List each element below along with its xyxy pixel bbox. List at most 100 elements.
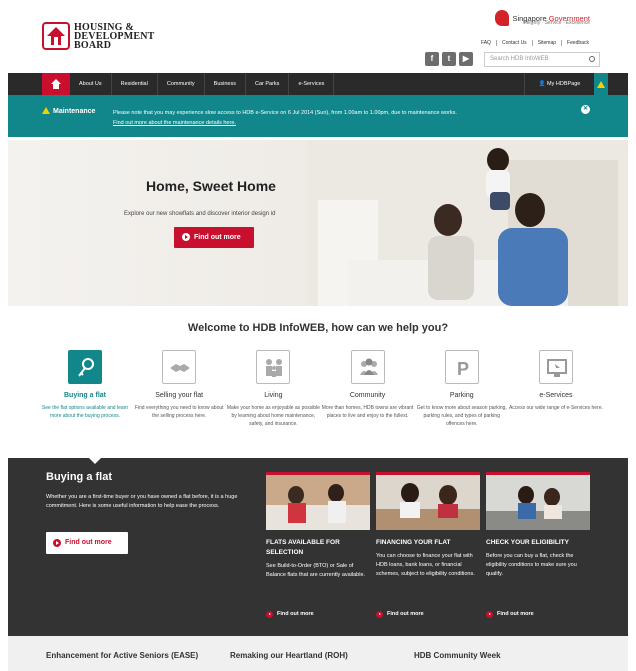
feedback-link[interactable]: Feedback [561,40,594,46]
contact-us-link[interactable]: Contact Us [495,40,532,46]
card-financing[interactable]: FINANCING YOUR FLAT You can choose to fi… [376,472,480,579]
nav-residential[interactable]: Residential [112,73,158,95]
social-links: f t ▶ [425,52,473,66]
service-desc: Find everything you need to know about t… [134,405,224,419]
service-parking[interactable]: P Parking Get to know more about season … [415,350,509,428]
service-title: e-Services [539,392,573,399]
service-categories: Buying a flat See the flat options avail… [38,350,603,428]
main-nav: About Us Residential Community Business … [8,73,628,95]
card-desc: You can choose to finance your flat with… [376,553,475,577]
maintenance-message: Please note that you may experience slow… [113,108,553,128]
feature-roh[interactable]: Remaking our Heartland (ROH) [230,651,348,660]
service-community[interactable]: Community More than homes, HDB towns are… [321,350,415,428]
card-link-label: Find out more [497,611,534,617]
section-button-label: Find out more [65,539,112,546]
card-link-flats-available[interactable]: Find out more [266,611,314,618]
card-title: CHECK YOUR ELIGIBILITY [486,539,569,546]
search-input[interactable]: Search HDB InfoWEB [484,52,600,67]
my-hdbpage-button[interactable]: 👤 My HDBPage [524,73,594,95]
service-title: Buying a flat [63,392,106,399]
search-icon[interactable] [589,56,595,62]
service-living[interactable]: Living Make your home as enjoyable as po… [226,350,320,428]
home-icon [51,79,61,89]
hero-banner: Home, Sweet Home Explore our new showfla… [8,140,628,306]
nav-e-services[interactable]: e-Services [289,73,335,95]
card-desc: Before you can buy a flat, check the eli… [486,553,577,577]
nav-car-parks[interactable]: Car Parks [246,73,290,95]
service-desc: Access our wide range of e-Services here… [508,405,603,411]
hdb-logo[interactable]: HOUSING & DEVELOPMENT BOARD [42,22,155,50]
card-flats-available[interactable]: FLATS AVAILABLE FOR SELECTION See Build-… [266,472,370,580]
sitemap-link[interactable]: Sitemap [531,40,561,46]
bottom-features: Enhancement for Active Seniors (EASE) Re… [8,636,628,671]
service-title: Parking [449,392,474,399]
service-e-services[interactable]: e-Services Access our wide range of e-Se… [509,350,603,428]
logo-line: BOARD [74,39,112,51]
twitter-icon[interactable]: t [442,52,456,66]
service-selling-flat[interactable]: Selling your flat Find everything you ne… [132,350,226,428]
service-title: Selling your flat [155,392,204,399]
close-icon[interactable]: ✕ [581,105,590,114]
service-buying-flat[interactable]: Buying a flat See the flat options avail… [38,350,132,428]
site-header: HOUSING & DEVELOPMENT BOARD Singapore Go… [8,0,628,72]
maintenance-details-link[interactable]: Find out more about the maintenance deta… [113,118,553,128]
search-placeholder: Search HDB InfoWEB [490,56,549,62]
hero-subtitle: Explore our new showflats and discover i… [124,211,276,217]
warning-icon [42,107,50,114]
home-button[interactable] [42,73,70,95]
maintenance-banner: Maintenance Please note that you may exp… [8,95,628,137]
card-image [266,472,370,530]
card-link-financing[interactable]: Find out more [376,611,424,618]
service-title: Living [264,392,283,399]
arrow-circle-icon [376,611,383,618]
family-icon [256,350,291,384]
nav-community[interactable]: Community [158,73,205,95]
lion-head-icon [495,10,510,26]
utility-links: FAQ Contact Us Sitemap Feedback [476,40,594,46]
nav-about-us[interactable]: About Us [70,73,112,95]
service-desc: See the flat options available and learn… [41,405,129,419]
section-title: Buying a flat [46,471,113,483]
card-eligibility[interactable]: CHECK YOUR ELIGIBILITY Before you can bu… [486,472,590,579]
card-image [376,472,480,530]
maintenance-message-text: Please note that you may experience slow… [113,110,457,116]
section-text: Whether you are a first-time buyer or yo… [46,494,238,509]
hdb-logo-icon [42,22,70,50]
card-title: FINANCING YOUR FLAT [376,539,451,546]
handshake-icon [162,350,197,384]
arrow-circle-icon [182,233,190,241]
parking-icon: P [444,350,479,384]
feature-ease[interactable]: Enhancement for Active Seniors (EASE) [46,651,198,660]
service-title: Community [349,392,386,399]
buying-flat-section: Buying a flat Whether you are a first-ti… [8,457,628,636]
hero-button-label: Find out more [194,234,241,241]
card-image [486,472,590,530]
welcome-heading: Welcome to HDB InfoWEB, how can we help … [187,322,449,334]
card-title: FLATS AVAILABLE FOR SELECTION [266,539,340,556]
family-photo [308,140,628,306]
section-find-out-more-button[interactable]: Find out more [46,532,128,554]
maintenance-title: Maintenance [42,107,95,115]
service-desc: More than homes, HDB towns are vibrant p… [321,405,414,419]
svg-text:P: P [457,359,469,379]
hero-title: Home, Sweet Home [146,178,276,194]
alert-toggle[interactable] [594,73,608,95]
arrow-circle-icon [486,611,493,618]
facebook-icon[interactable]: f [425,52,439,66]
youtube-icon[interactable]: ▶ [459,52,473,66]
key-icon [68,350,102,384]
faq-link[interactable]: FAQ [476,40,496,46]
service-desc: Get to know more about season parking, p… [416,405,507,427]
community-icon [350,350,385,384]
arrow-circle-icon [266,611,273,618]
hero-find-out-more-button[interactable]: Find out more [174,227,254,248]
card-link-label: Find out more [387,611,424,617]
nav-business[interactable]: Business [205,73,246,95]
card-link-eligibility[interactable]: Find out more [486,611,534,618]
hdb-logo-text: HOUSING & DEVELOPMENT BOARD [74,22,155,51]
section-pointer [88,457,102,464]
warning-icon [597,81,605,88]
monitor-icon [538,350,573,384]
feature-community-week[interactable]: HDB Community Week [414,651,501,660]
card-desc: See Build-to-Order (BTO) or Sale of Bala… [266,563,366,578]
